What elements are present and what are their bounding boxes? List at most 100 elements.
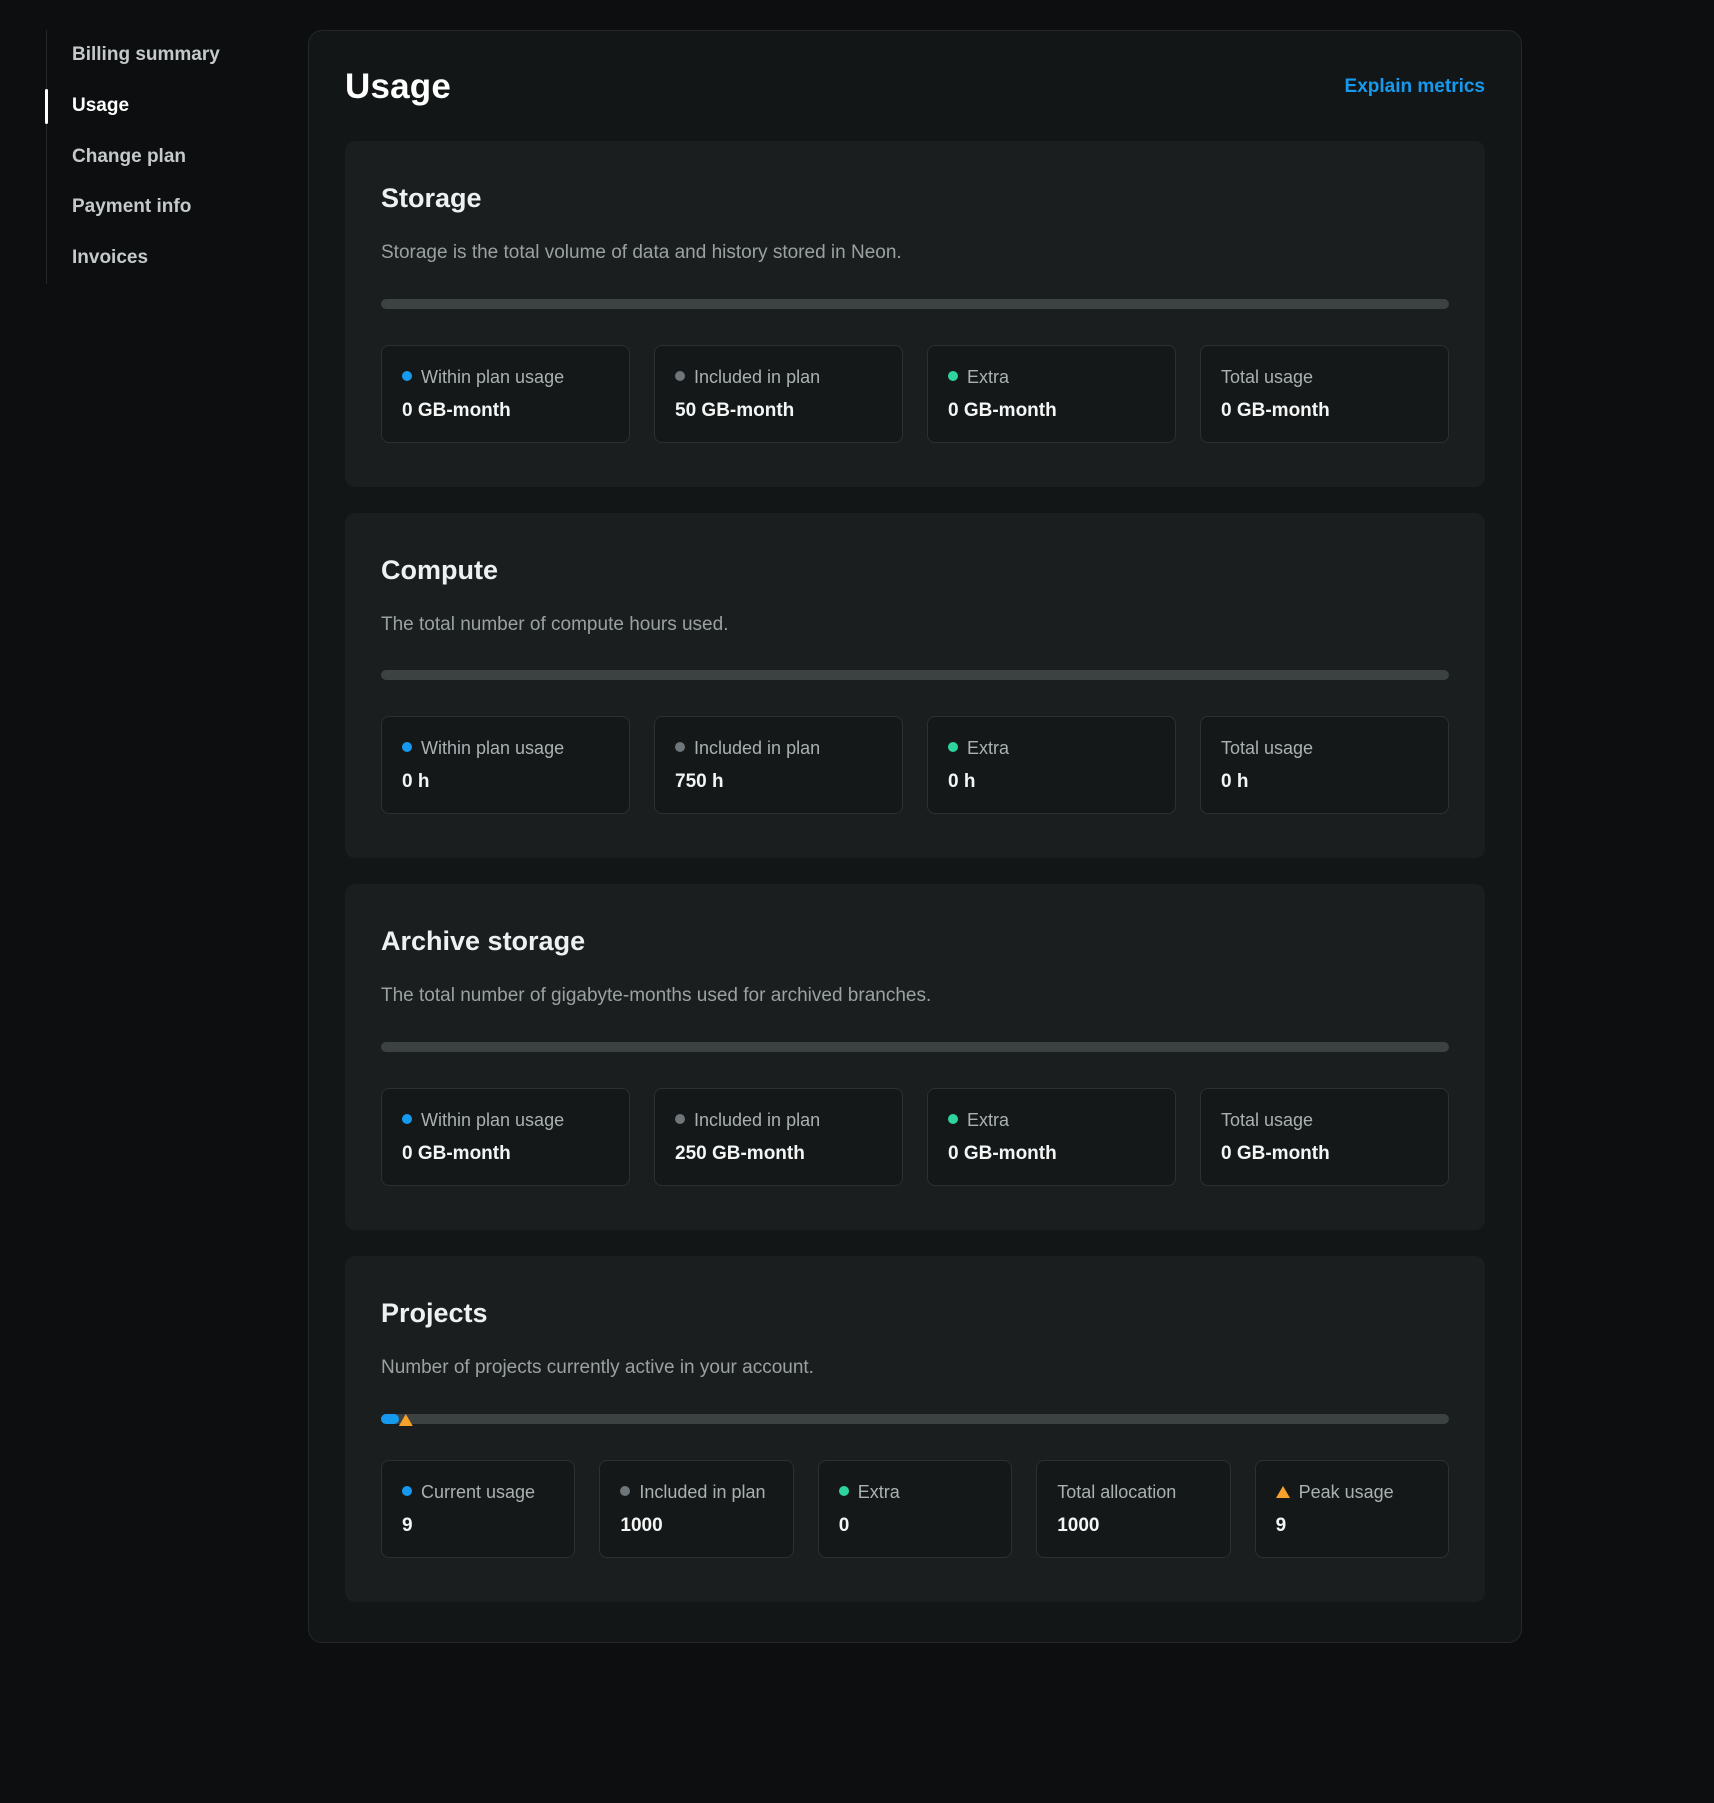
stat-label-row: Included in plan xyxy=(620,1479,772,1505)
stat-card: Total usage 0 GB-month xyxy=(1200,1088,1449,1186)
stat-label: Total usage xyxy=(1221,1107,1313,1133)
stat-card-row: Within plan usage 0 h Included in plan 7… xyxy=(381,716,1449,814)
legend-marker-icon xyxy=(675,742,685,752)
stat-card: Included in plan 1000 xyxy=(599,1460,793,1558)
stat-value: 9 xyxy=(1276,1515,1428,1537)
stat-card: Extra 0 GB-month xyxy=(927,345,1176,443)
section-title: Archive storage xyxy=(381,926,1449,957)
stat-value: 750 h xyxy=(675,771,882,793)
stat-label-row: Peak usage xyxy=(1276,1479,1428,1505)
page-title: Usage xyxy=(345,67,451,107)
stat-value: 50 GB-month xyxy=(675,400,882,422)
usage-section: Storage Storage is the total volume of d… xyxy=(345,141,1485,487)
stat-label-row: Included in plan xyxy=(675,1107,882,1133)
stat-label: Peak usage xyxy=(1299,1479,1394,1505)
sections-container: Storage Storage is the total volume of d… xyxy=(345,141,1485,1602)
sidebar-item-label: Payment info xyxy=(72,196,191,217)
section-title: Storage xyxy=(381,183,1449,214)
stat-card: Included in plan 50 GB-month xyxy=(654,345,903,443)
sidebar-item[interactable]: Change plan xyxy=(47,132,276,183)
stat-card-row: Within plan usage 0 GB-month Included in… xyxy=(381,1088,1449,1186)
stat-value: 0 GB-month xyxy=(948,1143,1155,1165)
legend-marker-icon xyxy=(948,1114,958,1124)
stat-label: Included in plan xyxy=(694,364,820,390)
stat-label-row: Within plan usage xyxy=(402,364,609,390)
billing-sidebar: Billing summary Usage Change plan Paymen… xyxy=(46,30,276,284)
section-description: The total number of gigabyte-months used… xyxy=(381,983,1449,1010)
stat-card: Included in plan 750 h xyxy=(654,716,903,814)
sidebar-item[interactable]: Payment info xyxy=(47,182,276,233)
usage-progress-bar xyxy=(381,670,1449,680)
sidebar-item-label: Billing summary xyxy=(72,44,220,65)
stat-value: 0 GB-month xyxy=(402,1143,609,1165)
stat-label: Extra xyxy=(967,1107,1009,1133)
usage-panel: Usage Explain metrics Storage Storage is… xyxy=(308,30,1522,1643)
legend-marker-icon xyxy=(402,742,412,752)
stat-label-row: Total usage xyxy=(1221,364,1428,390)
legend-marker-icon xyxy=(402,1486,412,1496)
stat-card-row: Within plan usage 0 GB-month Included in… xyxy=(381,345,1449,443)
stat-label-row: Within plan usage xyxy=(402,1107,609,1133)
sidebar-item[interactable]: Usage xyxy=(47,81,276,132)
section-description: Storage is the total volume of data and … xyxy=(381,240,1449,267)
stat-card: Total usage 0 h xyxy=(1200,716,1449,814)
legend-marker-icon xyxy=(620,1486,630,1496)
sidebar-item-label: Usage xyxy=(72,95,129,116)
stat-card: Within plan usage 0 GB-month xyxy=(381,1088,630,1186)
legend-marker-icon xyxy=(675,371,685,381)
stat-label-row: Extra xyxy=(948,364,1155,390)
sidebar-item[interactable]: Billing summary xyxy=(47,30,276,81)
stat-card: Total allocation 1000 xyxy=(1036,1460,1230,1558)
legend-marker-icon xyxy=(839,1486,849,1496)
section-title: Projects xyxy=(381,1298,1449,1329)
stat-label: Within plan usage xyxy=(421,1107,564,1133)
stat-label-row: Within plan usage xyxy=(402,735,609,761)
stat-label: Extra xyxy=(967,735,1009,761)
stat-value: 0 GB-month xyxy=(1221,400,1428,422)
stat-card: Within plan usage 0 h xyxy=(381,716,630,814)
stat-label: Included in plan xyxy=(639,1479,765,1505)
stat-label: Within plan usage xyxy=(421,735,564,761)
stat-label-row: Total usage xyxy=(1221,735,1428,761)
billing-nav: Billing summary Usage Change plan Paymen… xyxy=(46,30,276,284)
stat-label: Current usage xyxy=(421,1479,535,1505)
legend-marker-icon xyxy=(948,371,958,381)
sidebar-item-label: Change plan xyxy=(72,146,186,167)
sidebar-item-label: Invoices xyxy=(72,247,148,268)
usage-section: Projects Number of projects currently ac… xyxy=(345,1256,1485,1602)
stat-card: Total usage 0 GB-month xyxy=(1200,345,1449,443)
stat-card: Peak usage 9 xyxy=(1255,1460,1449,1558)
stat-label-row: Included in plan xyxy=(675,364,882,390)
sidebar-item[interactable]: Invoices xyxy=(47,233,276,284)
stat-label: Total usage xyxy=(1221,735,1313,761)
stat-label: Within plan usage xyxy=(421,364,564,390)
legend-marker-icon xyxy=(1276,1486,1290,1498)
stat-label: Total allocation xyxy=(1057,1479,1176,1505)
stat-card: Within plan usage 0 GB-month xyxy=(381,345,630,443)
stat-label: Extra xyxy=(858,1479,900,1505)
stat-label-row: Extra xyxy=(839,1479,991,1505)
stat-card: Current usage 9 xyxy=(381,1460,575,1558)
stat-value: 0 GB-month xyxy=(402,400,609,422)
stat-label-row: Total usage xyxy=(1221,1107,1428,1133)
usage-progress-bar xyxy=(381,1042,1449,1052)
usage-progress-bar xyxy=(381,299,1449,309)
progress-fill xyxy=(381,1414,399,1424)
section-description: The total number of compute hours used. xyxy=(381,612,1449,639)
stat-card: Included in plan 250 GB-month xyxy=(654,1088,903,1186)
usage-section: Archive storage The total number of giga… xyxy=(345,884,1485,1230)
panel-header: Usage Explain metrics xyxy=(345,67,1485,107)
legend-marker-icon xyxy=(675,1114,685,1124)
stat-value: 1000 xyxy=(620,1515,772,1537)
usage-section: Compute The total number of compute hour… xyxy=(345,513,1485,859)
usage-progress-bar xyxy=(381,1414,1449,1424)
peak-marker-icon xyxy=(399,1414,413,1426)
stat-value: 0 GB-month xyxy=(948,400,1155,422)
stat-label-row: Extra xyxy=(948,1107,1155,1133)
stat-value: 0 h xyxy=(1221,771,1428,793)
stat-label: Extra xyxy=(967,364,1009,390)
stat-card-row: Current usage 9 Included in plan 1000 Ex… xyxy=(381,1460,1449,1558)
legend-marker-icon xyxy=(948,742,958,752)
explain-metrics-link[interactable]: Explain metrics xyxy=(1345,76,1485,98)
stat-card: Extra 0 xyxy=(818,1460,1012,1558)
